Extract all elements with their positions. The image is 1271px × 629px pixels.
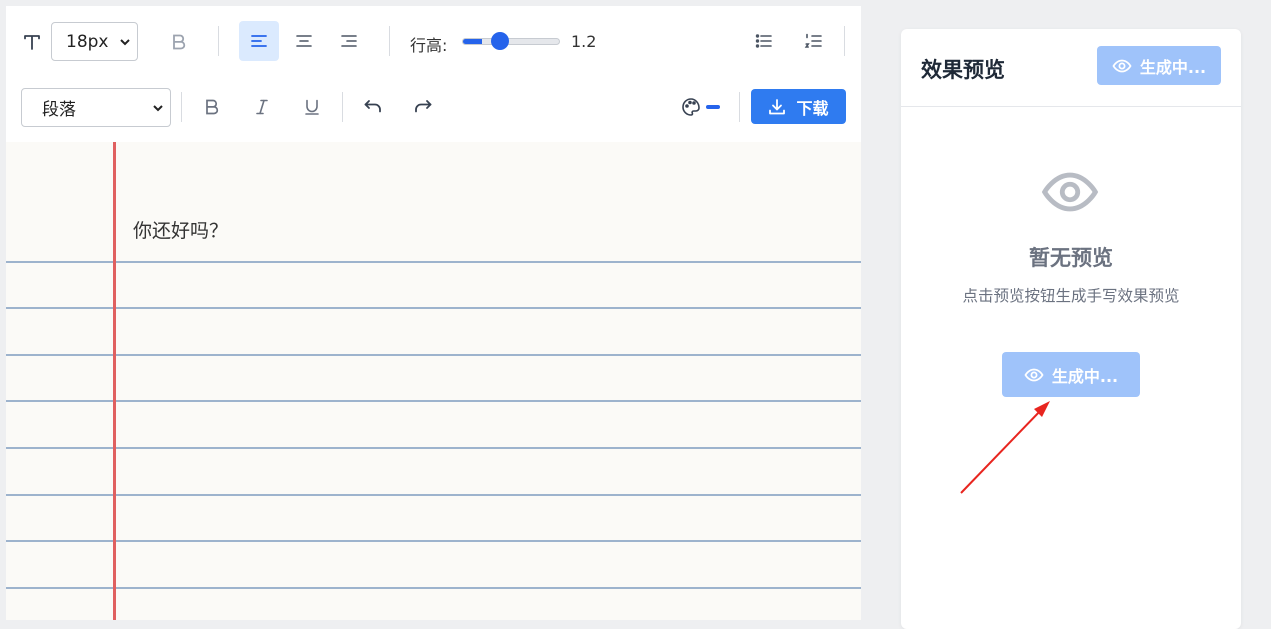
toolbar-divider: [218, 26, 219, 56]
palette-icon: [681, 98, 700, 116]
align-left-button[interactable]: [239, 21, 279, 61]
numbered-list-button[interactable]: [799, 26, 829, 56]
ruled-line: [6, 494, 861, 496]
download-button-label: 下载: [796, 98, 829, 118]
bullet-list-button[interactable]: [749, 26, 779, 56]
numbered-list-icon: [804, 33, 822, 48]
line-height-label: 行高:: [410, 36, 448, 55]
text-icon: [24, 35, 40, 50]
lined-paper-editor[interactable]: 你还好吗？: [6, 142, 861, 620]
align-right-icon: [341, 35, 357, 47]
bold-icon: [173, 34, 186, 50]
toolbar-divider: [342, 92, 343, 122]
text-color-swatch: [705, 105, 720, 109]
paper-text-content[interactable]: 你还好吗？: [133, 216, 228, 243]
toolbar-divider: [389, 26, 390, 56]
empty-preview-description: 点击预览按钮生成手写效果预览: [962, 287, 1180, 305]
bold-icon: [206, 99, 219, 115]
align-center-button[interactable]: [289, 21, 319, 61]
align-right-button[interactable]: [334, 21, 364, 61]
empty-preview-title: 暂无预览: [1029, 246, 1113, 270]
download-icon: [769, 98, 786, 114]
underline-icon: [305, 99, 319, 115]
text-color-button[interactable]: [676, 92, 724, 122]
font-size-value: 18px: [66, 31, 109, 52]
preview-header: 效果预览 生成中...: [901, 29, 1241, 107]
preview-title: 效果预览: [921, 58, 1005, 82]
text-style-button[interactable]: [18, 28, 46, 56]
eye-icon: [1041, 172, 1099, 212]
generate-button-label: 生成中...: [1139, 57, 1207, 77]
eye-icon: [1024, 368, 1044, 381]
undo-button[interactable]: [358, 92, 388, 122]
chevron-down-icon: [120, 38, 130, 45]
align-left-icon: [251, 35, 267, 47]
paper-margin-line: [113, 142, 116, 620]
ruled-line: [6, 400, 861, 402]
line-height-slider-fill: [463, 39, 483, 44]
font-size-select[interactable]: 18px: [51, 22, 138, 61]
line-height-slider-track[interactable]: [462, 38, 560, 45]
align-center-icon: [296, 35, 312, 47]
eye-icon: [1112, 59, 1132, 72]
generate-button-label: 生成中...: [1051, 366, 1119, 386]
italic-button[interactable]: [247, 92, 277, 122]
underline-button[interactable]: [297, 92, 327, 122]
bold-button-top[interactable]: [164, 27, 194, 57]
ruled-line: [6, 261, 861, 263]
redo-icon: [415, 100, 432, 113]
chevron-down-icon: [153, 104, 163, 111]
ruled-line: [6, 587, 861, 589]
ruled-line: [6, 540, 861, 542]
paragraph-style-value: 段落: [42, 100, 76, 120]
line-height-value: 1.2: [571, 32, 597, 51]
toolbar-divider: [739, 92, 740, 122]
generate-preview-button-header[interactable]: 生成中...: [1097, 46, 1221, 85]
redo-button[interactable]: [408, 92, 438, 122]
bullet-list-icon: [755, 34, 772, 48]
toolbar-row-bottom: 段落 下载: [6, 76, 861, 143]
toolbar-divider: [181, 92, 182, 122]
paragraph-style-select[interactable]: 段落: [21, 88, 171, 127]
editor-panel: 18px 行高: 1.2 段落 下载 你还好吗？: [6, 6, 861, 620]
line-height-slider-thumb[interactable]: [490, 32, 509, 50]
bold-button[interactable]: [197, 92, 227, 122]
annotation-arrow-icon: [960, 401, 1050, 494]
toolbar-row-top: 18px 行高: 1.2: [6, 6, 861, 76]
generate-preview-button[interactable]: 生成中...: [1002, 352, 1140, 397]
ruled-line: [6, 354, 861, 356]
ruled-line: [6, 447, 861, 449]
preview-panel: 效果预览 生成中... 暂无预览 点击预览按钮生成手写效果预览 生成中...: [901, 29, 1241, 629]
toolbar-divider: [844, 26, 845, 56]
undo-icon: [364, 100, 381, 113]
ruled-line: [6, 307, 861, 309]
italic-icon: [256, 99, 268, 115]
download-button[interactable]: 下载: [751, 89, 846, 124]
